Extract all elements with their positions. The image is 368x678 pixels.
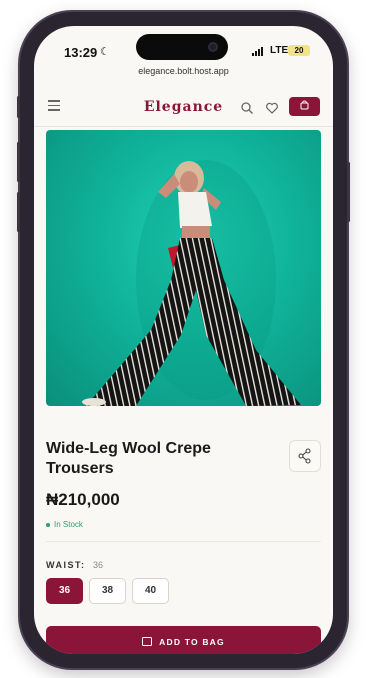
power-button (347, 162, 350, 222)
dynamic-island (136, 34, 228, 60)
bag-icon (300, 100, 309, 110)
screen: 13:29 ☾ LTE 20 elegance.bolt.host.app El… (34, 26, 333, 654)
product-image[interactable] (46, 130, 321, 406)
signal-icon (252, 46, 266, 56)
battery-icon: 20 (288, 45, 310, 56)
size-option-40[interactable]: 40 (132, 578, 169, 604)
network-type: LTE (270, 45, 289, 56)
browser-url[interactable]: elegance.bolt.host.app (34, 66, 333, 76)
volume-down-button (17, 192, 20, 232)
section-divider (46, 541, 321, 542)
selected-size-value: 36 (93, 560, 104, 570)
heart-icon[interactable] (265, 101, 279, 115)
cart-button[interactable] (289, 97, 320, 116)
add-to-bag-label: ADD TO BAG (159, 637, 225, 647)
camera-icon (208, 42, 218, 52)
product-title: Wide-Leg Wool Crepe Trousers (46, 440, 211, 477)
size-label: WAIST: (46, 560, 86, 570)
stock-indicator-dot (46, 522, 50, 527)
phone-frame: 13:29 ☾ LTE 20 elegance.bolt.host.app El… (17, 12, 350, 668)
bag-icon (142, 637, 153, 646)
stock-status: In Stock (46, 520, 83, 529)
header-divider (34, 126, 333, 127)
volume-up-button (17, 142, 20, 182)
status-time: 13:29 (64, 45, 98, 60)
share-icon (298, 448, 311, 464)
size-option-38[interactable]: 38 (89, 578, 126, 604)
moon-icon: ☾ (100, 46, 110, 58)
status-bar: 13:29 ☾ LTE 20 (34, 26, 333, 64)
action-button (17, 96, 20, 118)
product-photo-illustration (82, 160, 301, 406)
stock-label: In Stock (54, 520, 83, 529)
search-icon[interactable] (240, 101, 254, 115)
site-header: Elegance (34, 90, 333, 126)
product-price: ₦210,000 (46, 490, 120, 509)
add-to-bag-button[interactable]: ADD TO BAG (46, 626, 321, 654)
size-option-36[interactable]: 36 (46, 578, 83, 604)
share-button[interactable] (289, 440, 321, 472)
